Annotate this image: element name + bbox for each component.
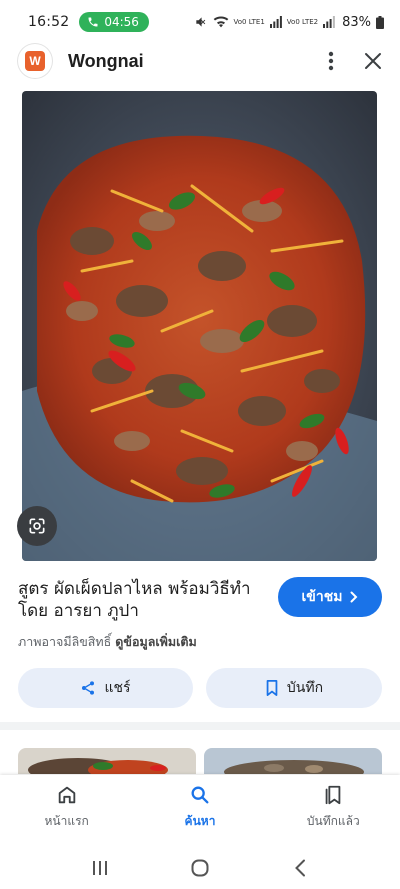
system-navigation-bar [0,847,400,889]
call-timer: 04:56 [104,15,139,29]
nav-search[interactable]: ค้นหา [133,775,266,847]
copyright-text: ภาพอาจมีลิขสิทธิ์ [18,634,112,649]
sim1-indicator: Vo0 LTE1 [233,17,265,26]
bookmark-icon [266,680,278,696]
home-icon [58,786,75,804]
recents-icon [93,861,107,875]
related-food-thumbnail [18,748,196,774]
wongnai-logo-mark: W [25,51,45,71]
back-button[interactable] [280,853,320,883]
wongnai-logo: W [18,44,52,78]
nav-saved[interactable]: บันทึกแล้ว [267,775,400,847]
home-circle-icon [191,859,209,877]
close-button[interactable] [364,52,382,70]
nav-home-label: หน้าแรก [44,814,89,828]
section-divider [0,722,400,730]
stir-fried-eel-photo [22,91,377,561]
google-lens-button[interactable] [17,506,57,546]
ongoing-call-chip[interactable]: 04:56 [79,12,149,32]
phone-icon [88,17,98,27]
related-image-card[interactable] [204,748,382,774]
mute-icon [195,17,205,27]
more-info-link[interactable]: ดูข้อมูลเพิ่มเติม [115,634,196,649]
more-options-button[interactable] [328,51,334,71]
back-icon [295,859,305,877]
signal-icon [269,16,282,28]
wifi-icon [213,16,228,28]
visit-label: เข้าชม [301,589,343,605]
app-header: W Wongnai [0,44,400,78]
result-title[interactable]: สูตร ผัดเผ็ดปลาไหล พร้อมวิธีทำโดย อารยา … [18,578,268,622]
chevron-right-icon [350,591,358,603]
save-button[interactable]: บันทึก [206,668,382,708]
nav-search-label: ค้นหา [184,814,216,828]
status-icons: Vo0 LTE1 Vo0 LTE2 83% [194,14,384,30]
nav-saved-label: บันทึกแล้ว [306,814,360,828]
share-icon [82,681,95,695]
related-food-thumbnail [204,748,382,774]
lens-icon [29,518,45,534]
save-label: บันทึก [286,680,324,696]
share-button[interactable]: แชร์ [18,668,193,708]
bookmarks-icon [325,785,341,805]
more-vert-icon [328,51,334,71]
recent-apps-button[interactable] [80,853,120,883]
result-image[interactable] [22,91,377,561]
status-time: 16:52 [28,14,70,30]
related-image-card[interactable] [18,748,196,774]
signal-icon [323,16,335,28]
bottom-navigation: หน้าแรก ค้นหา บันทึกแล้ว [0,775,400,847]
share-label: แชร์ [104,680,131,696]
nav-home[interactable]: หน้าแรก [0,775,133,847]
battery-icon [376,15,384,29]
search-icon [191,786,209,804]
status-bar: 16:52 04:56 Vo0 LTE1 Vo0 LTE2 83% [0,0,400,44]
battery-percentage: 83% [342,14,371,30]
app-title: Wongnai [68,50,144,71]
home-button[interactable] [180,853,220,883]
close-icon [365,53,381,69]
visit-button[interactable]: เข้าชม [278,577,382,617]
sim2-indicator: Vo0 LTE2 [286,17,319,26]
copyright-notice: ภาพอาจมีลิขสิทธิ์ ดูข้อมูลเพิ่มเติม [18,632,197,652]
